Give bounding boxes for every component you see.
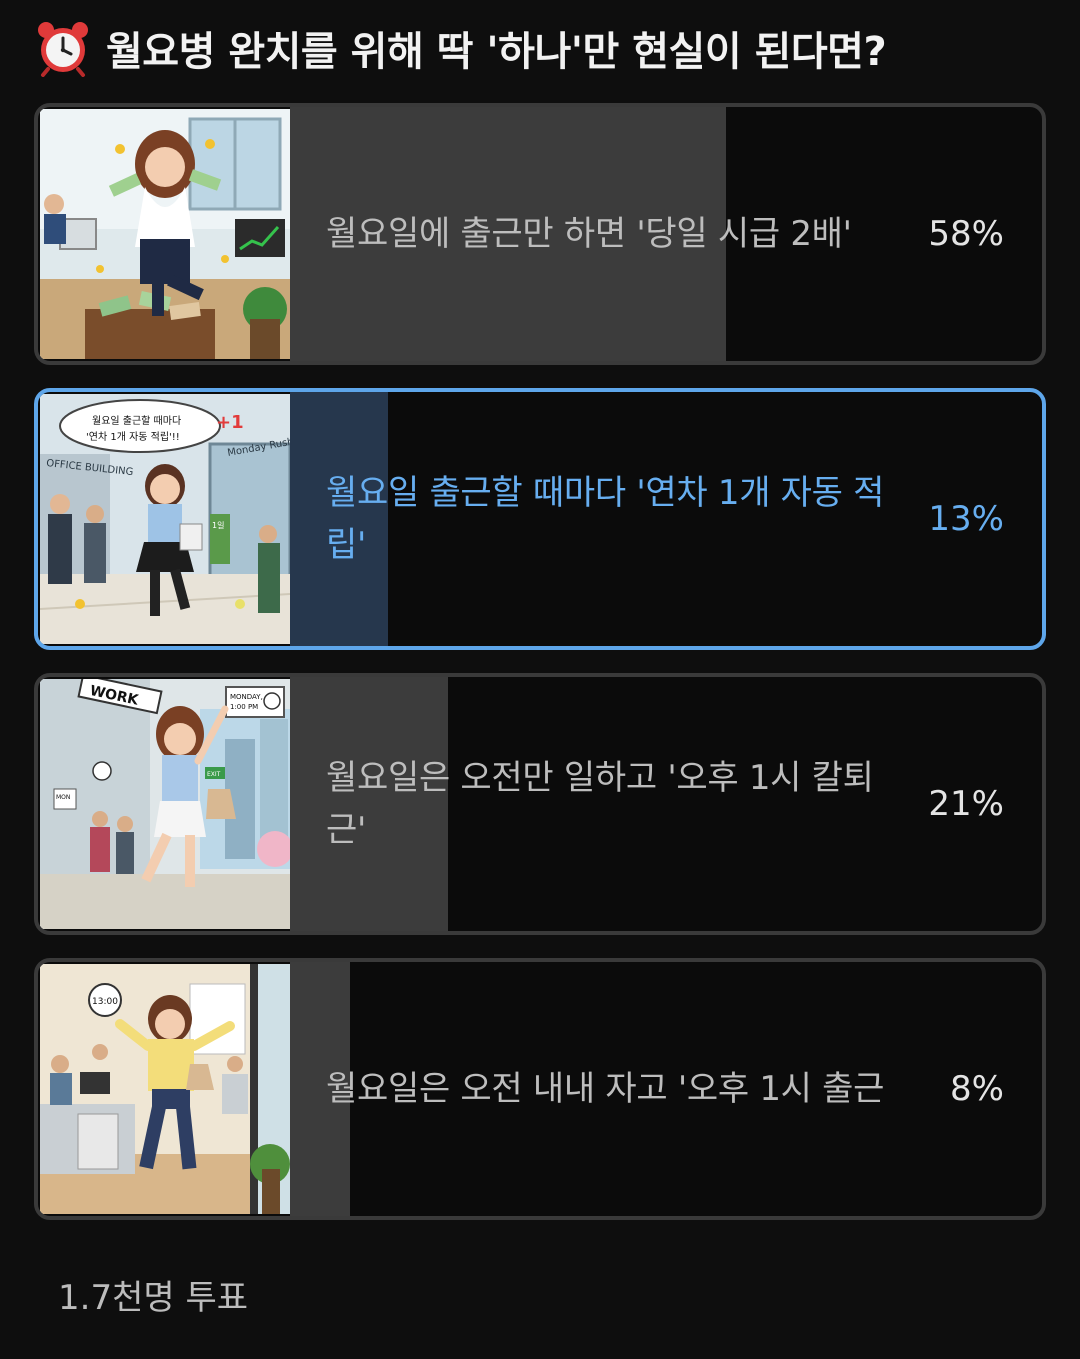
option-label: 월요일에 출근만 하면 '당일 시급 2배' [326,214,852,254]
option-thumbnail-image: OFFICE BUILDING Monday Rush 월요일 출근할 때마다 … [40,394,290,644]
clock-line-2: 1:00 PM [230,703,258,711]
bubble-line-2: '연차 1개 자동 적립'!! [86,430,180,443]
poll-option-4[interactable]: 13:00 월요일은 오전 내내 자고 '오후 1시 출근 8% [34,958,1046,1220]
option-thumbnail-image: 13:00 [40,964,290,1214]
option-thumbnail-image: WORK MONDAY, 1:00 PM MON EXIT [40,679,290,929]
poll-option-1[interactable]: 월요일에 출근만 하면 '당일 시급 2배' 58% [34,103,1046,365]
poll-option-2[interactable]: OFFICE BUILDING Monday Rush 월요일 출근할 때마다 … [34,388,1046,650]
mon-sign-text: MON [56,794,70,801]
badge-text: 1일 [212,521,224,530]
option-percentage: 8% [950,1069,1004,1109]
clock-text: 13:00 [92,997,118,1007]
alarm-clock-icon [38,22,88,77]
option-thumbnail-image [40,109,290,359]
bubble-line-1: 월요일 출근할 때마다 [92,415,181,427]
poll-options: 월요일에 출근만 하면 '당일 시급 2배' 58% OFFICE BUILDI… [34,103,1046,1243]
option-percentage: 13% [928,499,1004,539]
exit-sign-text: EXIT [207,771,221,778]
option-percentage: 58% [928,214,1004,254]
poll-option-3[interactable]: WORK MONDAY, 1:00 PM MON EXIT 월요일은 오전만 일… [34,673,1046,935]
poll-header: 월요병 완치를 위해 딱 '하나'만 현실이 된다면? [34,16,1054,80]
option-label: 월요일 출근할 때마다 '연차 1개 자동 적립' [326,473,885,565]
option-label: 월요일은 오전 내내 자고 '오후 1시 출근 [326,1069,885,1109]
plus-one-text: +1 [216,412,244,433]
clock-line-1: MONDAY, [230,693,263,701]
poll-title: 월요병 완치를 위해 딱 '하나'만 현실이 된다면? [106,29,887,75]
vote-count: 1.7천명 투표 [58,1278,248,1318]
option-percentage: 21% [928,784,1004,824]
option-label: 월요일은 오전만 일하고 '오후 1시 칼퇴근' [326,758,874,850]
